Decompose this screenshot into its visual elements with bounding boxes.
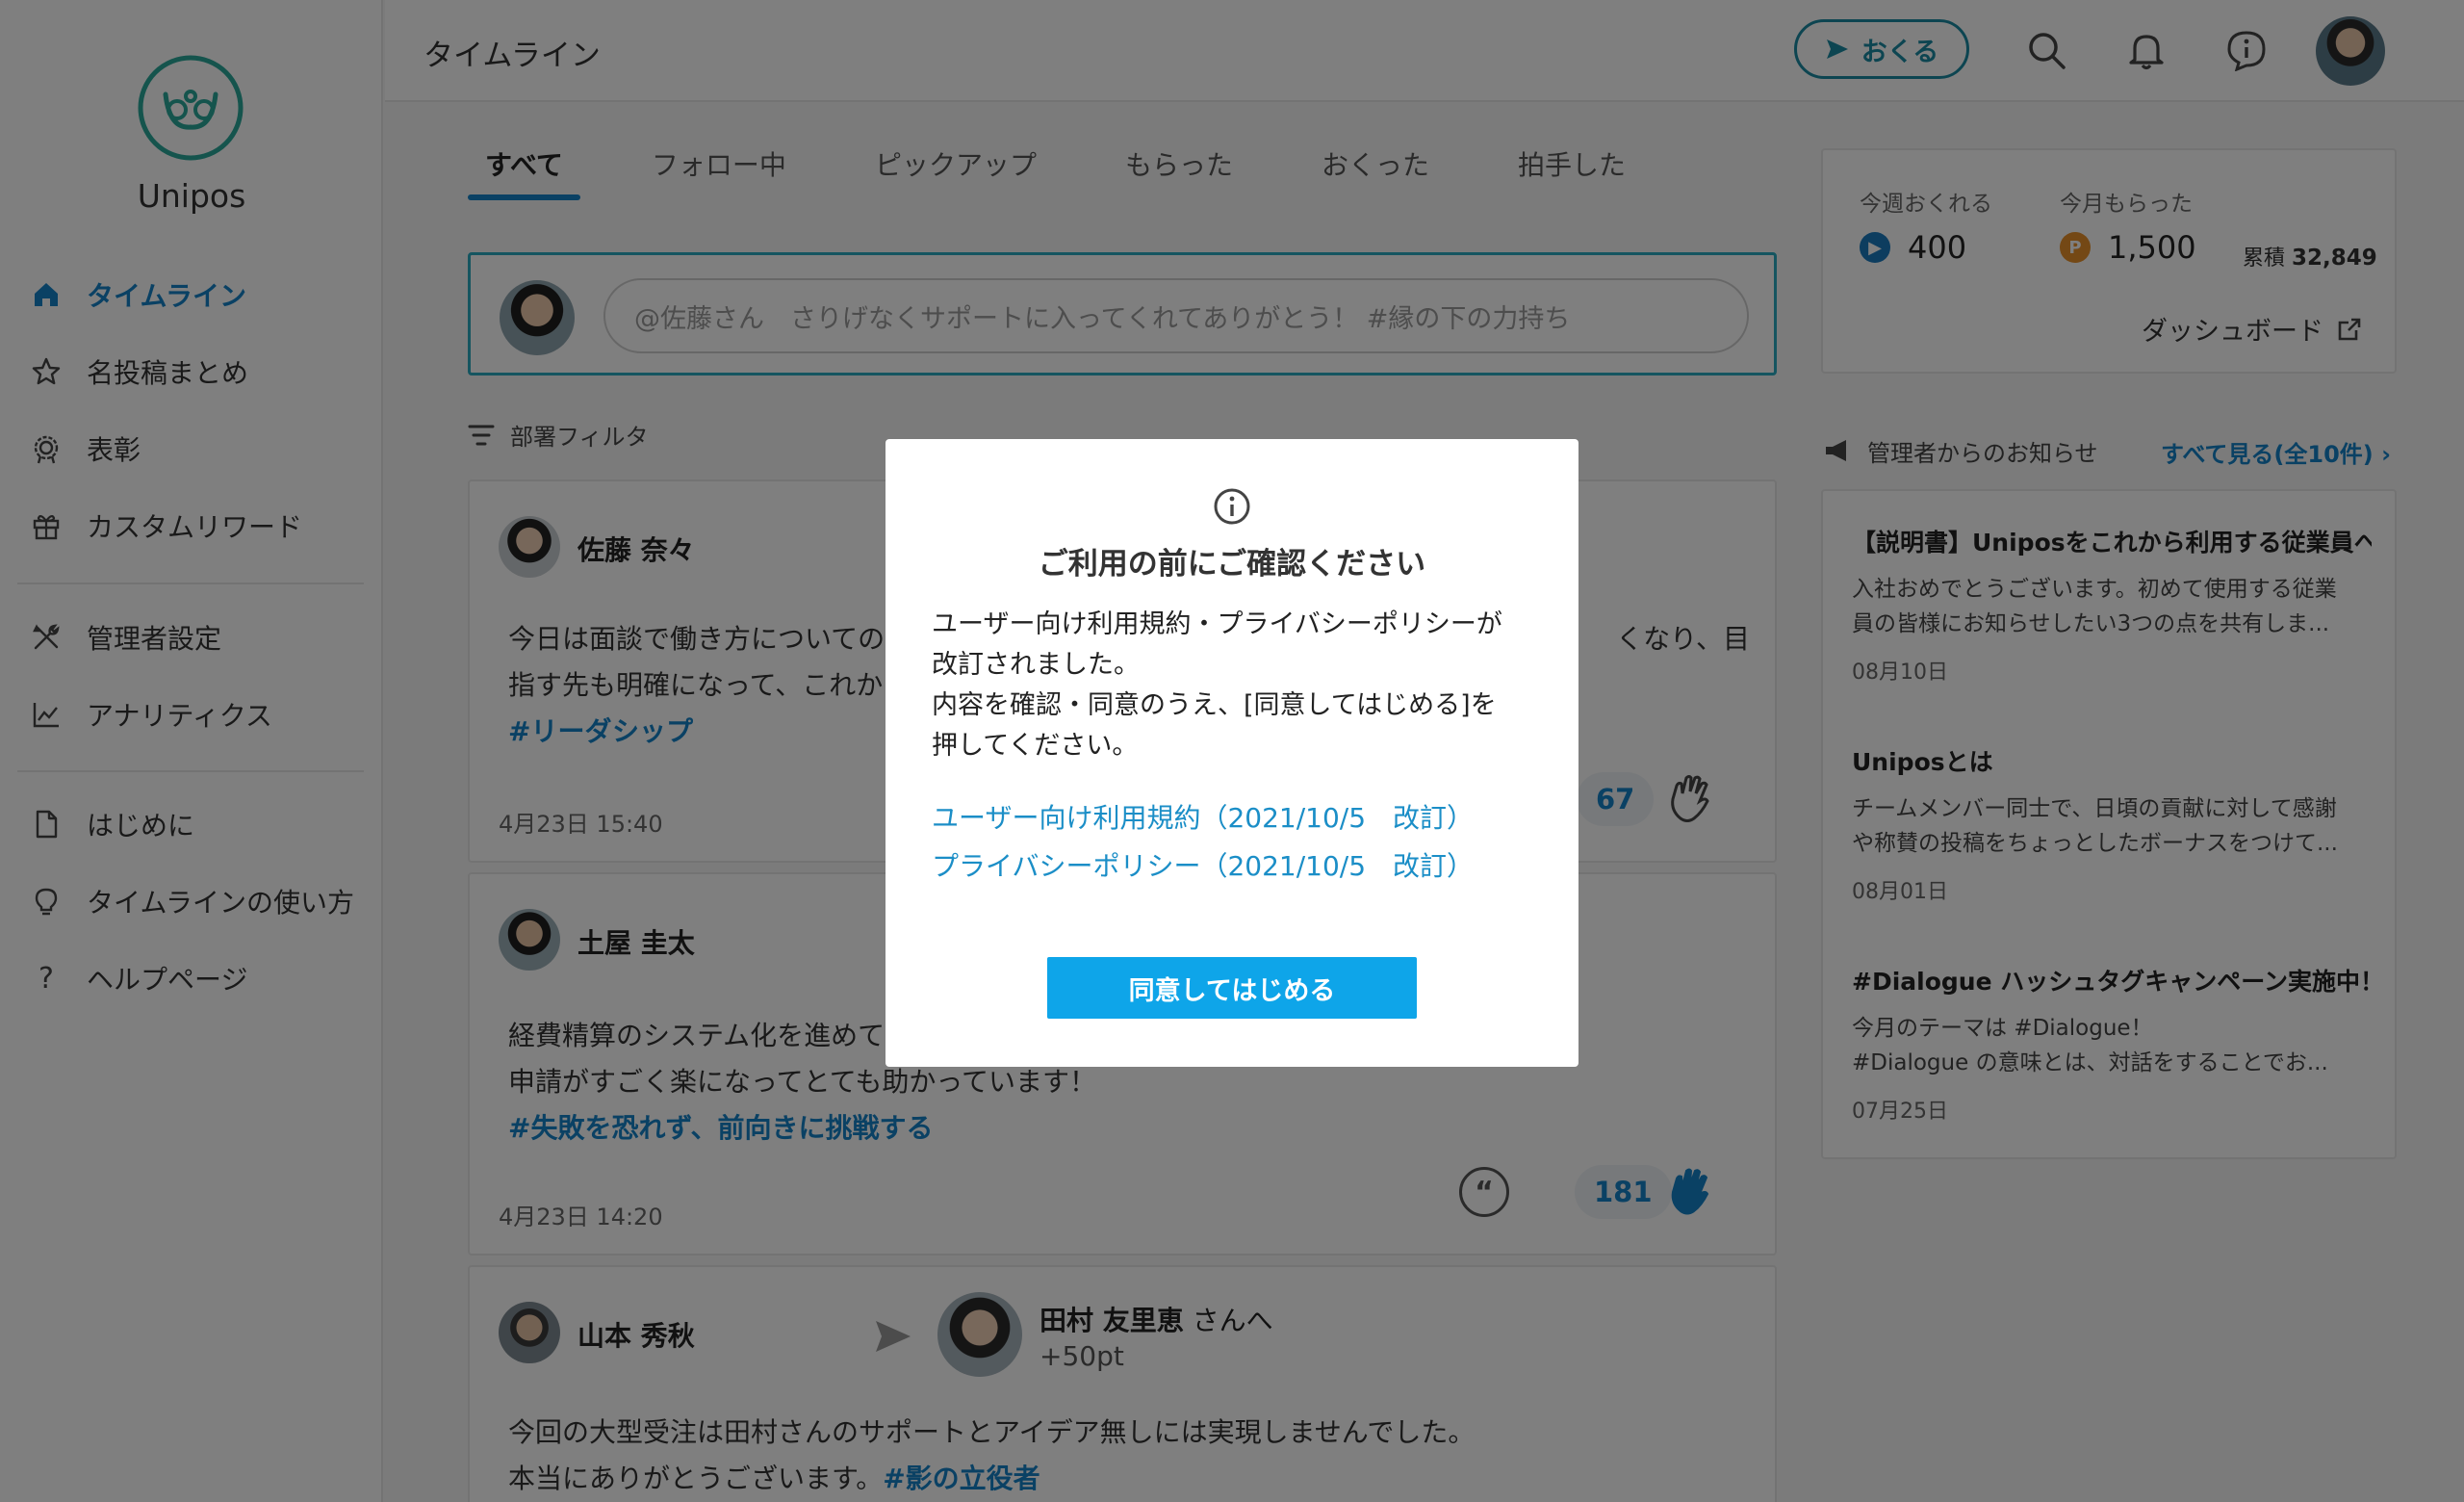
agree-and-start-button[interactable]: 同意してはじめる	[1047, 957, 1417, 1019]
dialog-message: ユーザー向け利用規約・プライバシーポリシーが 改訂されました。 内容を確認・同意…	[932, 605, 1548, 766]
dialog-text: 内容を確認・同意のうえ、[同意してはじめる]を	[932, 690, 1497, 720]
dialog-text: ユーザー向け利用規約・プライバシーポリシーが	[932, 609, 1502, 639]
dialog-title: ご利用の前にご確認ください	[1038, 547, 1426, 582]
dialog-text: 改訂されました。	[932, 650, 1140, 680]
privacy-policy-link[interactable]: プライバシーポリシー（2021/10/5 改訂）	[932, 845, 1474, 884]
dialog-text: 押してください。	[932, 731, 1139, 761]
terms-update-dialog: ご利用の前にご確認ください ユーザー向け利用規約・プライバシーポリシーが 改訂さ…	[886, 439, 1578, 1067]
terms-of-use-link[interactable]: ユーザー向け利用規約（2021/10/5 改訂）	[932, 797, 1474, 836]
info-icon	[1214, 488, 1250, 525]
